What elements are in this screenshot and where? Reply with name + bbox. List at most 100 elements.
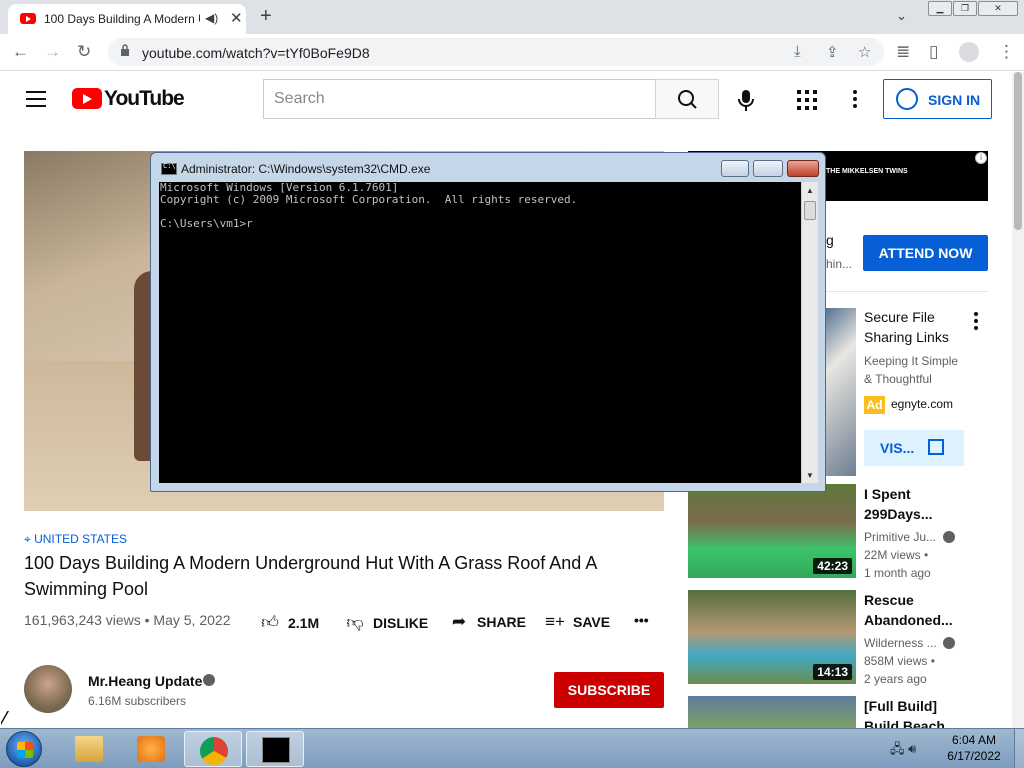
reading-list-icon[interactable]: ≣ xyxy=(896,42,910,62)
back-icon[interactable]: ← xyxy=(12,42,29,62)
visit-label: VIS... xyxy=(880,440,915,456)
external-link-icon xyxy=(928,439,944,455)
youtube-wordmark[interactable]: YouTube xyxy=(104,87,185,111)
cmd-window-title: Administrator: C:\Windows\system32\CMD.e… xyxy=(181,162,431,176)
microphone-icon[interactable] xyxy=(732,86,760,114)
video-duration: 14:13 xyxy=(813,664,852,680)
taskbar-cmd[interactable] xyxy=(246,731,304,767)
share-button[interactable]: ➦ SHARE xyxy=(449,612,526,632)
recommendation-thumbnail[interactable] xyxy=(688,696,856,728)
taskbar-chrome[interactable] xyxy=(184,731,242,767)
video-duration: 42:23 xyxy=(813,558,852,574)
tab-search-chevron-icon[interactable]: ⌄ xyxy=(896,8,907,24)
new-tab-icon[interactable]: + xyxy=(260,5,272,28)
profile-icon[interactable] xyxy=(959,42,979,62)
apps-grid-icon[interactable] xyxy=(797,90,817,110)
media-player-icon xyxy=(137,736,165,762)
reload-icon[interactable]: ↻ xyxy=(77,42,91,62)
attend-now-button[interactable]: ATTEND NOW xyxy=(863,235,988,271)
scrollbar-thumb[interactable] xyxy=(1014,72,1022,230)
channel-name[interactable]: Mr.Heang Update xyxy=(88,673,202,689)
start-button[interactable] xyxy=(6,731,42,767)
more-actions-button[interactable]: ••• xyxy=(634,612,649,628)
window-minimize-icon[interactable]: ▁ xyxy=(928,1,952,16)
address-bar[interactable]: youtube.com/watch?v=tYf0BoFe9D8 ⤓ ⇪ ☆ xyxy=(108,38,884,66)
mouse-pointer-icon xyxy=(0,710,8,724)
video-location[interactable]: ⌖ UNITED STATES xyxy=(24,532,127,547)
lock-icon xyxy=(121,44,129,56)
forward-icon[interactable]: → xyxy=(44,42,61,62)
cmd-window[interactable]: Administrator: C:\Windows\system32\CMD.e… xyxy=(150,152,826,492)
window-restore-icon[interactable]: ❐ xyxy=(953,1,977,16)
hamburger-menu-icon[interactable] xyxy=(26,91,46,107)
cmd-close-icon[interactable] xyxy=(787,160,819,177)
page-scrollbar[interactable] xyxy=(1012,72,1024,728)
visit-site-button[interactable]: VIS... xyxy=(864,430,964,466)
playlist-add-icon: ≡+ xyxy=(545,612,565,631)
cmd-maximize-icon[interactable] xyxy=(753,160,783,177)
browser-toolbar: ← → ↻ youtube.com/watch?v=tYf0BoFe9D8 ⤓ … xyxy=(0,34,1024,71)
cmd-console[interactable]: Microsoft Windows [Version 6.1.7601] Copy… xyxy=(159,182,801,483)
tray-network-volume-icon[interactable]: 🖧︎ 🔊︎ xyxy=(890,740,916,762)
cmd-icon xyxy=(262,737,290,763)
thumbs-down-icon: 👎︎ xyxy=(346,613,364,632)
recommendation-title[interactable]: I Spent 299Days... xyxy=(864,484,968,524)
taskbar-media-player[interactable] xyxy=(122,731,180,767)
window-close-icon[interactable]: ✕ xyxy=(978,1,1018,16)
browser-tab[interactable]: 100 Days Building A Modern Underground H… xyxy=(8,4,246,34)
chrome-icon xyxy=(200,737,228,765)
dislike-button[interactable]: 👎︎ DISLIKE xyxy=(345,612,428,633)
like-button[interactable]: 👍︎ 2.1M xyxy=(260,612,319,633)
youtube-logo-icon[interactable] xyxy=(72,88,102,109)
scroll-up-icon[interactable]: ▲ xyxy=(806,186,814,195)
menu-kebab-icon[interactable]: ⋮ xyxy=(998,42,1015,62)
recommendation-channel[interactable]: Wilderness ... xyxy=(864,634,937,652)
browser-tab-strip: 100 Days Building A Modern Underground H… xyxy=(0,0,1024,34)
cmd-scrollbar[interactable]: ▲ ▼ xyxy=(801,182,818,483)
ad-info-icon[interactable]: i xyxy=(975,152,987,164)
recommendation-title[interactable]: [Full Build] Build Beach xyxy=(864,696,968,728)
promo-description: Keeping It Simple & Thoughtful xyxy=(864,354,959,386)
recommendation-age: 1 month ago xyxy=(864,566,931,580)
promo-more-icon[interactable] xyxy=(974,312,978,333)
video-title: 100 Days Building A Modern Underground H… xyxy=(24,553,597,599)
taskbar-explorer[interactable] xyxy=(60,731,118,767)
settings-more-icon[interactable] xyxy=(853,90,857,110)
recommendation-channel[interactable]: Primitive Ju... xyxy=(864,528,936,546)
search-input[interactable]: Search xyxy=(263,79,656,119)
tab-title: 100 Days Building A Modern Underground H… xyxy=(44,12,200,26)
recommendation-views: 858M views • xyxy=(864,654,935,668)
bookmark-star-icon[interactable]: ☆ xyxy=(858,43,871,61)
share-arrow-icon: ➦ xyxy=(451,612,467,631)
recommendation-thumbnail[interactable]: 42:23 xyxy=(688,484,856,578)
subscribe-button[interactable]: SUBSCRIBE xyxy=(554,672,664,708)
scroll-down-icon[interactable]: ▼ xyxy=(806,471,814,480)
side-panel-icon[interactable]: ▯ xyxy=(929,42,938,62)
recommendation-title[interactable]: Rescue Abandoned... xyxy=(864,590,968,630)
sign-in-button[interactable]: SIGN IN xyxy=(883,79,992,119)
ad-badge: Ad xyxy=(864,396,885,414)
promo-title[interactable]: Secure File Sharing Links xyxy=(864,307,968,347)
youtube-header: YouTube Search SIGN IN xyxy=(0,72,1012,128)
channel-avatar[interactable] xyxy=(24,665,72,713)
folder-icon xyxy=(75,736,103,762)
ad-banner-text: THE MIKKELSEN TWINS xyxy=(826,168,908,175)
install-icon[interactable]: ⤓ xyxy=(794,43,801,60)
location-pin-icon: ⌖ xyxy=(24,532,35,546)
share-icon[interactable]: ⇪ xyxy=(826,43,839,61)
more-horizontal-icon: ••• xyxy=(634,612,649,628)
save-button[interactable]: ≡+ SAVE xyxy=(545,612,610,632)
ad-subtitle-partial: hin... xyxy=(826,257,853,271)
audio-playing-icon[interactable]: ◀) xyxy=(205,11,218,25)
like-count: 2.1M xyxy=(288,615,320,631)
cmd-output: Microsoft Windows [Version 6.1.7601] Copy… xyxy=(160,182,577,230)
cmd-minimize-icon[interactable] xyxy=(721,160,749,177)
show-desktop-button[interactable] xyxy=(1014,729,1024,768)
recommendation-thumbnail[interactable]: 14:13 xyxy=(688,590,856,684)
cmd-app-icon xyxy=(161,162,177,175)
taskbar-clock[interactable]: 6:04 AM 6/17/2022 xyxy=(935,732,1013,764)
cmd-scroll-thumb[interactable] xyxy=(804,201,816,220)
search-button[interactable] xyxy=(655,79,719,119)
windows-logo-icon xyxy=(17,742,33,758)
tab-close-icon[interactable]: ✕ xyxy=(230,9,243,27)
